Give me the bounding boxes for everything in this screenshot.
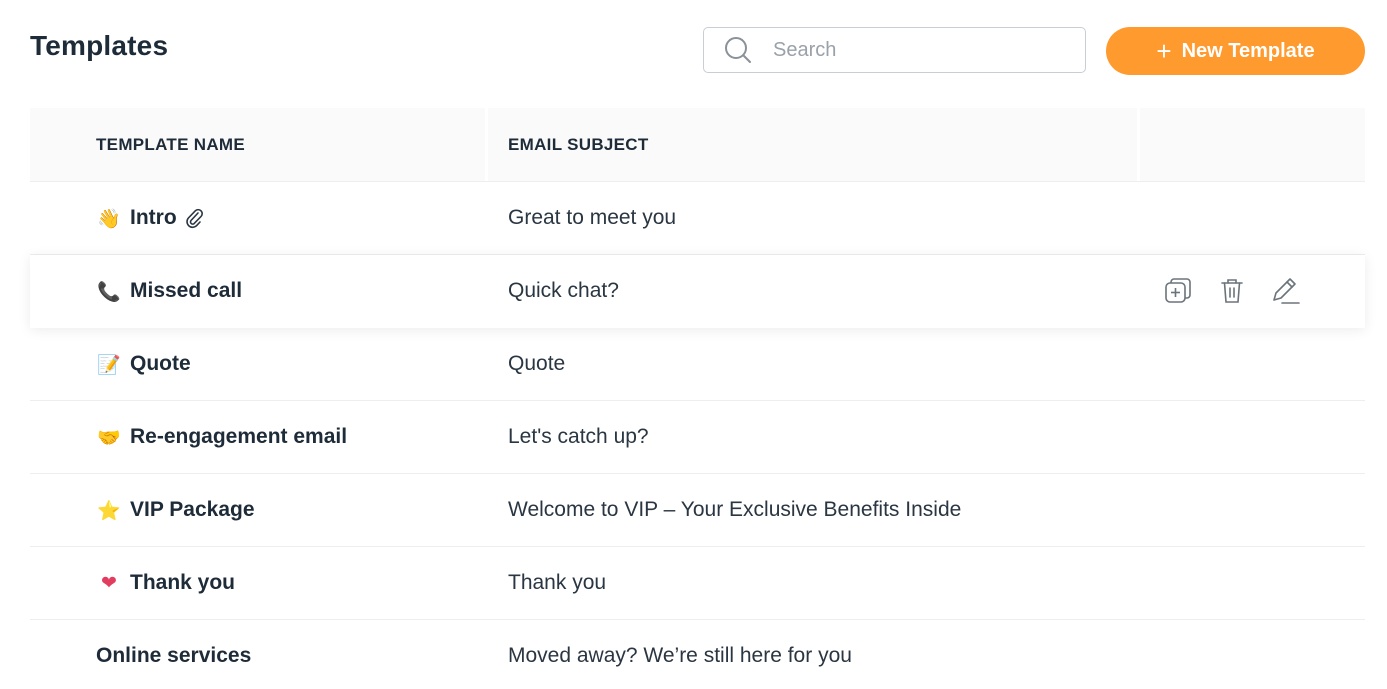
table-row[interactable]: ⭐ VIP Package Welcome to VIP – Your Excl… xyxy=(30,474,1365,547)
template-name: Thank you xyxy=(130,571,236,594)
template-name: Quote xyxy=(130,352,191,375)
search-box[interactable] xyxy=(703,27,1086,73)
template-name-cell: 📝 Quote xyxy=(30,352,508,376)
email-subject: Quote xyxy=(508,352,566,375)
heart-icon: ❤ xyxy=(101,572,117,594)
email-subject: Great to meet you xyxy=(508,206,677,229)
plus-icon: + xyxy=(1156,36,1172,66)
template-name: Re-engagement email xyxy=(130,425,348,448)
template-name-cell: ❤ Thank you xyxy=(30,571,508,595)
email-subject: Quick chat? xyxy=(508,279,619,302)
email-subject: Welcome to VIP – Your Exclusive Benefits… xyxy=(508,498,962,521)
table-row[interactable]: 📞 Missed call Quick chat? xyxy=(30,255,1365,328)
search-input[interactable] xyxy=(771,37,1065,63)
table-header: TEMPLATE NAME EMAIL SUBJECT xyxy=(30,108,1365,182)
trash-icon[interactable] xyxy=(1216,275,1248,307)
email-subject: Thank you xyxy=(508,571,607,594)
paperclip-icon xyxy=(185,207,203,229)
template-name: VIP Package xyxy=(130,498,255,521)
column-header-actions xyxy=(1140,108,1365,181)
pencil-icon[interactable] xyxy=(1270,275,1302,307)
table-row[interactable]: ❤ Thank you Thank you xyxy=(30,547,1365,620)
column-header-email-subject[interactable]: EMAIL SUBJECT xyxy=(488,108,1140,181)
new-template-label: New Template xyxy=(1181,39,1315,62)
table-row[interactable]: 🤝 Re-engagement email Let's catch up? xyxy=(30,401,1365,474)
handshake-icon: 🤝 xyxy=(97,426,121,449)
template-name-cell: 📞 Missed call xyxy=(30,279,508,303)
template-name: Intro xyxy=(130,206,177,229)
duplicate-icon[interactable] xyxy=(1162,275,1194,307)
search-icon xyxy=(721,33,755,67)
email-subject: Moved away? We’re still here for you xyxy=(508,644,852,667)
email-subject: Let's catch up? xyxy=(508,425,649,448)
memo-icon: 📝 xyxy=(97,353,121,376)
templates-page: Templates + New Template TEMPLATE NAME E… xyxy=(0,0,1387,689)
table-row[interactable]: 📝 Quote Quote xyxy=(30,328,1365,401)
template-name-cell: Online services xyxy=(30,644,508,668)
template-name-cell: 👋 Intro xyxy=(30,206,508,230)
page-title: Templates xyxy=(30,30,169,61)
template-name: Online services xyxy=(96,644,252,667)
column-header-template-name[interactable]: TEMPLATE NAME xyxy=(30,108,488,181)
template-name-cell: ⭐ VIP Package xyxy=(30,498,508,522)
table-row[interactable]: 👋 Intro Great to meet you xyxy=(30,182,1365,255)
template-name: Missed call xyxy=(130,279,243,302)
template-name-cell: 🤝 Re-engagement email xyxy=(30,425,508,449)
row-actions xyxy=(1140,275,1365,307)
templates-table: TEMPLATE NAME EMAIL SUBJECT 👋 Intro Grea… xyxy=(30,108,1365,689)
waving-hand-icon: 👋 xyxy=(97,207,121,230)
phone-icon: 📞 xyxy=(97,280,121,303)
star-icon: ⭐ xyxy=(97,499,121,522)
table-row[interactable]: Online services Moved away? We’re still … xyxy=(30,620,1365,689)
new-template-button[interactable]: + New Template xyxy=(1106,27,1365,75)
